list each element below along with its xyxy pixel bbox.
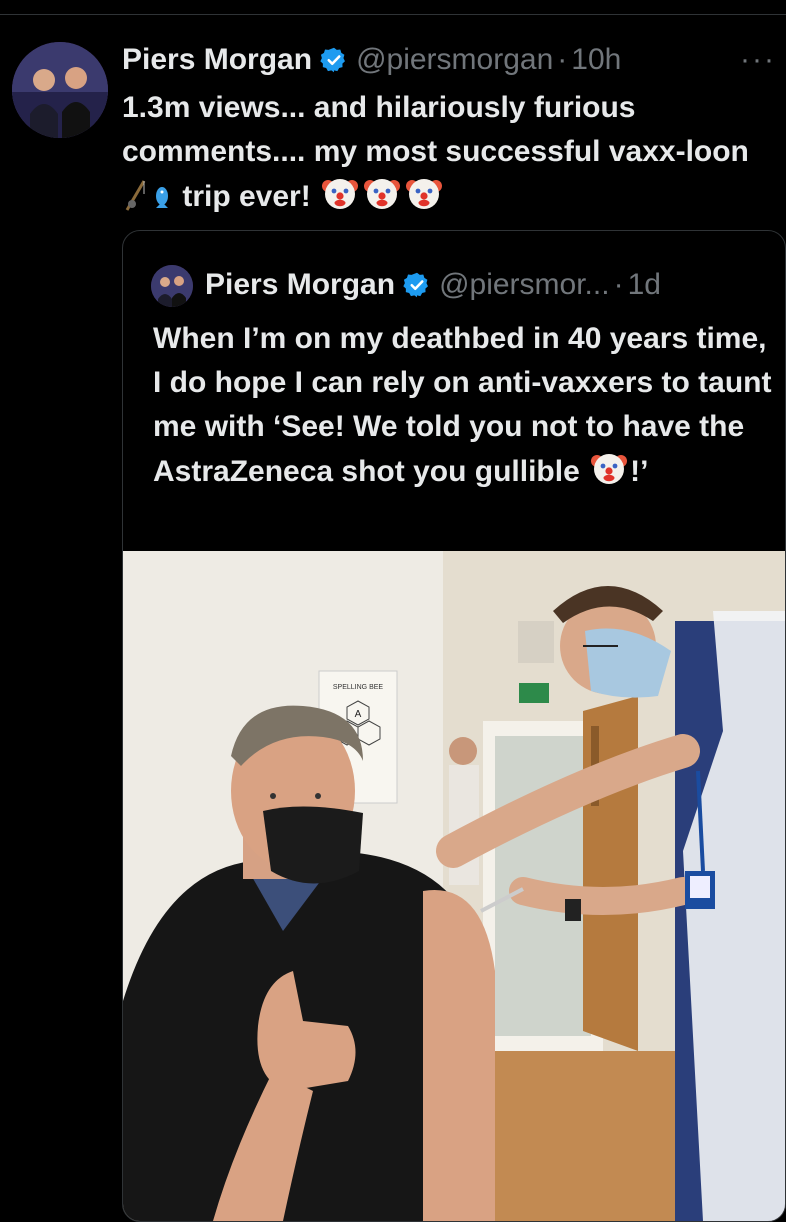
fishing-pole-icon bbox=[124, 178, 148, 225]
quoted-author-handle[interactable]: @piersmor... bbox=[439, 268, 610, 302]
author-handle[interactable]: @piersmorgan bbox=[356, 43, 553, 77]
clown-face-icon bbox=[405, 174, 443, 225]
tweet-text-part1: 1.3m views... and hilariously furious co… bbox=[122, 91, 758, 168]
tweet-text-part2: trip ever! bbox=[174, 180, 320, 213]
quoted-text-part1: When I’m on my deathbed in 40 years time… bbox=[153, 322, 772, 488]
clown-face-icon bbox=[590, 449, 628, 500]
author-avatar[interactable] bbox=[12, 42, 108, 138]
quoted-text-part2: !’ bbox=[630, 455, 649, 488]
author-name[interactable]: Piers Morgan bbox=[122, 43, 312, 77]
verified-badge-icon bbox=[320, 46, 348, 74]
verified-badge-icon bbox=[403, 271, 431, 299]
clown-face-icon bbox=[363, 174, 401, 225]
poster-sign-text: SPELLING BEE bbox=[333, 684, 384, 691]
tweet-text: 1.3m views... and hilariously furious co… bbox=[122, 86, 772, 225]
more-options-icon[interactable]: ··· bbox=[740, 38, 776, 82]
quoted-header-separator: · bbox=[613, 268, 624, 301]
poster-hex-letter: A bbox=[355, 709, 362, 720]
quoted-tweet-timestamp[interactable]: 1d bbox=[628, 268, 661, 302]
top-divider bbox=[0, 14, 786, 15]
tweet-header: Piers Morgan @piersmorgan · 10h bbox=[122, 38, 772, 82]
quoted-tweet-card[interactable]: Piers Morgan @piersmor... · 1d When I’m … bbox=[122, 230, 786, 1222]
tweet-timestamp[interactable]: 10h bbox=[571, 43, 621, 77]
quoted-tweet-text: When I’m on my deathbed in 40 years time… bbox=[153, 317, 773, 500]
header-separator: · bbox=[557, 43, 568, 76]
vaccination-photo[interactable]: SPELLING BEE A bbox=[123, 551, 785, 1221]
quoted-tweet-header: Piers Morgan @piersmor... · 1d bbox=[205, 263, 775, 307]
quoted-author-name[interactable]: Piers Morgan bbox=[205, 268, 395, 302]
quoted-author-avatar[interactable] bbox=[151, 265, 193, 307]
clown-face-icon bbox=[321, 174, 359, 225]
fish-icon bbox=[152, 178, 172, 225]
